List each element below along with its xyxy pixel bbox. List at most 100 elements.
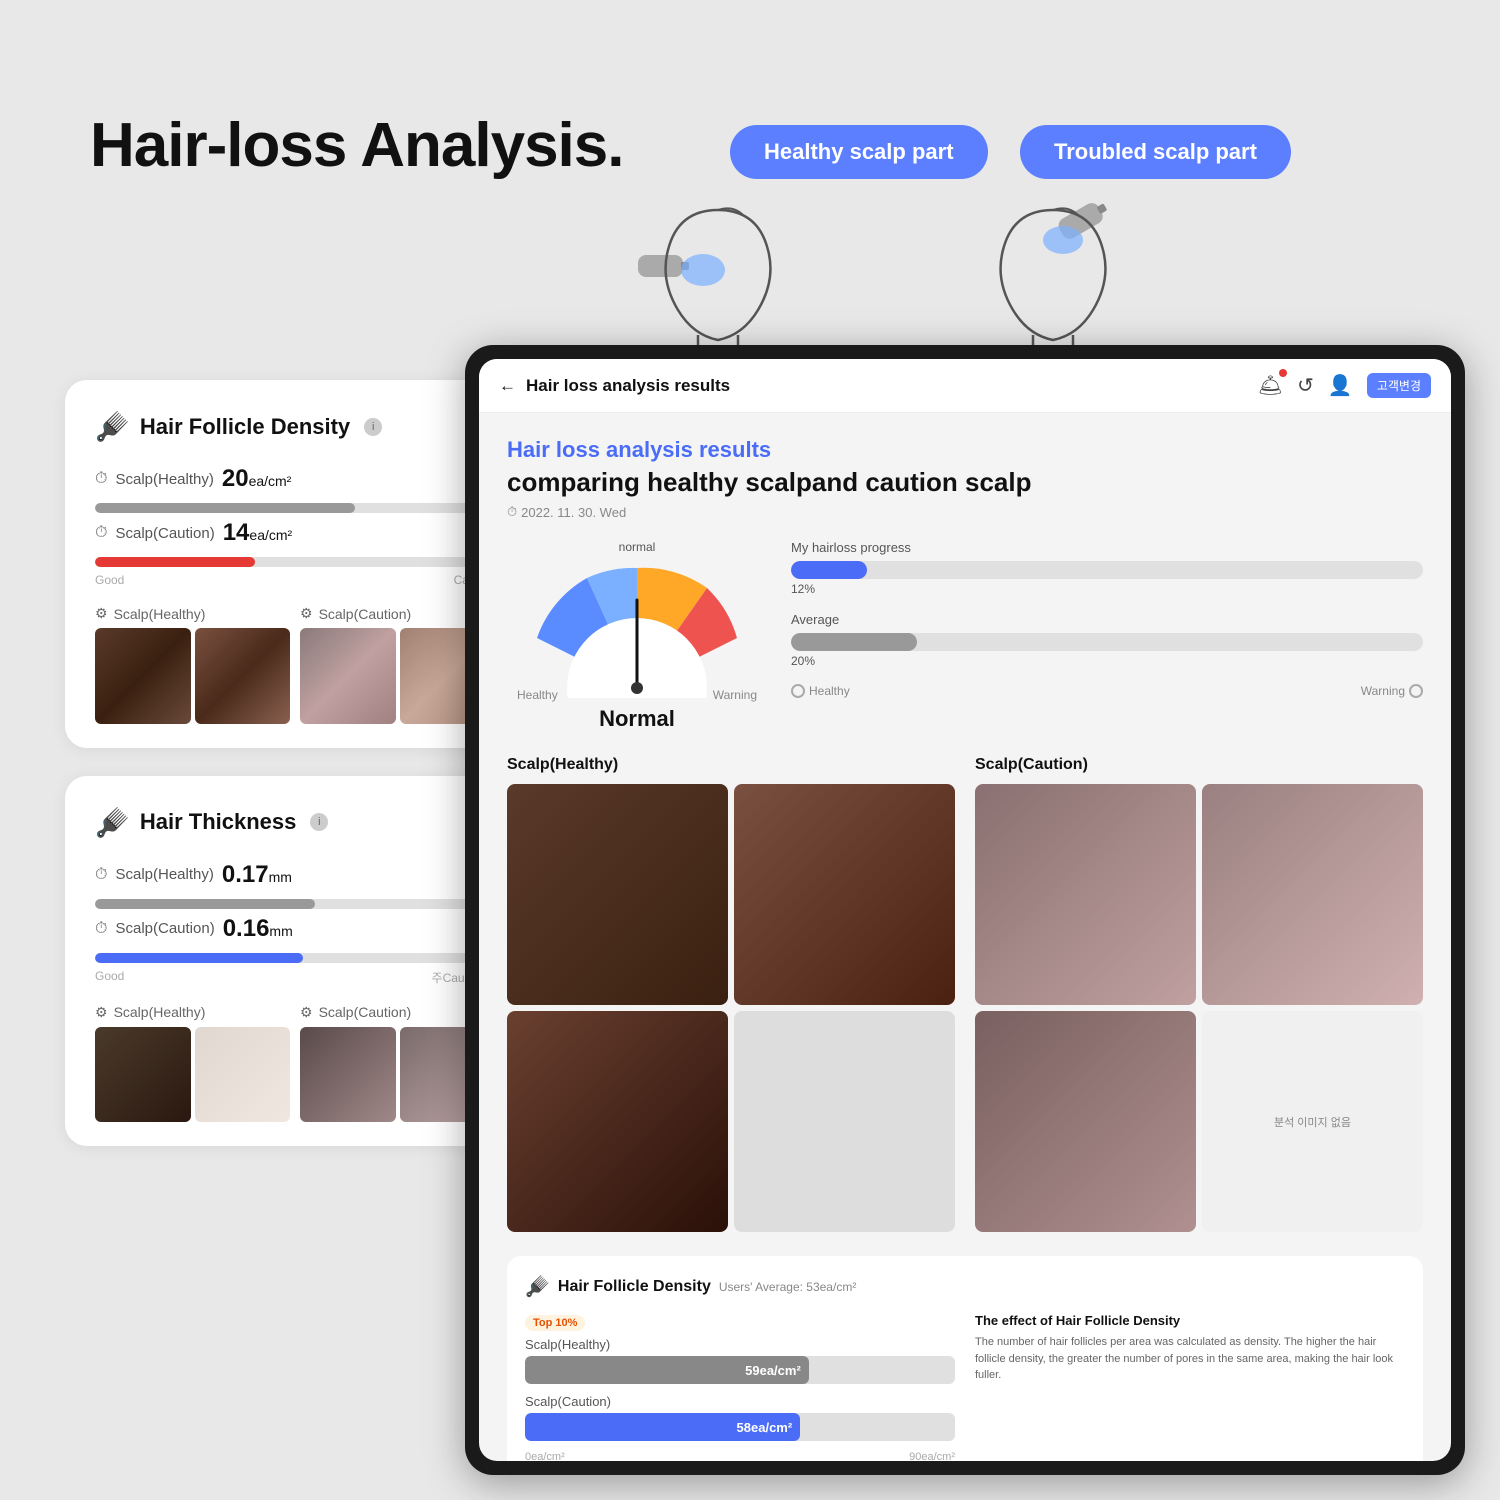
- density-body: Top 10% Scalp(Healthy) 59ea/cm² Scalp(Ca…: [525, 1313, 1405, 1461]
- topbar-title: Hair loss analysis results: [526, 376, 730, 396]
- density-caution-bar-label: Scalp(Caution): [525, 1394, 955, 1409]
- scalp-caution-title: Scalp(Caution): [975, 756, 1423, 774]
- healthy-bar-fill: [95, 503, 355, 513]
- healthy-img-grid-1: [95, 628, 290, 724]
- follicle-icon: 🪮: [95, 410, 130, 443]
- caution-label-2: Scalp(Caution): [115, 920, 214, 937]
- progress-ends: Healthy Warning: [791, 684, 1423, 698]
- density-users-avg: Users' Average: 53ea/cm²: [719, 1280, 856, 1294]
- hair-thickness-card: 🪮 Hair Thickness i ∨ ⏱ Scalp(Healthy) 0.…: [65, 776, 525, 1147]
- avg-progress-item: Average 20%: [791, 612, 1423, 668]
- notification-icon[interactable]: 🛎: [1258, 373, 1283, 398]
- caution-img-1: [300, 628, 396, 724]
- healthy-img-grid-2: [95, 1027, 290, 1123]
- density-bar-end: 90ea/cm²: [909, 1451, 955, 1461]
- healthy-label: Scalp(Healthy): [115, 471, 213, 488]
- density-healthy-bar-fill: 59ea/cm²: [525, 1356, 809, 1384]
- density-bars: Top 10% Scalp(Healthy) 59ea/cm² Scalp(Ca…: [525, 1313, 955, 1461]
- my-progress-fill: [791, 561, 867, 579]
- top10-badge: Top 10%: [525, 1315, 585, 1331]
- scalp-healthy-cell-2: [734, 784, 955, 1005]
- result-subtitle: comparing healthy scalpand caution scalp: [507, 467, 1423, 498]
- my-progress-pct: 12%: [791, 582, 1423, 596]
- troubled-head-icon: [963, 180, 1143, 360]
- scalp-healthy-grid: [507, 784, 955, 1232]
- clock-icon-date: ⏱: [507, 504, 517, 520]
- healthy-label-2: Scalp(Healthy): [115, 866, 213, 883]
- healthy-img-4: [195, 1027, 291, 1123]
- card2-header: 🪮 Hair Thickness i ∨: [95, 806, 495, 839]
- tablet-device: ← Hair loss analysis results 🛎 ↺ 👤 고객변경 …: [465, 345, 1465, 1475]
- density-effect-title: The effect of Hair Follicle Density: [975, 1313, 1405, 1328]
- gauge-svg-wrap: [507, 558, 767, 698]
- healthy-metric-row: ⏱ Scalp(Healthy) 20ea/cm²: [95, 465, 495, 493]
- avg-progress-pct: 20%: [791, 654, 1423, 668]
- back-arrow-icon[interactable]: ←: [499, 376, 516, 396]
- scalp-healthy-title: Scalp(Healthy): [507, 756, 955, 774]
- healthy-img-3: [95, 1027, 191, 1123]
- warning-end-label: Warning: [1361, 684, 1405, 698]
- caution-bar-fill-2: [95, 953, 303, 963]
- refresh-icon[interactable]: ↺: [1297, 373, 1314, 398]
- clock-icon-2: ⏱: [95, 524, 107, 542]
- gauge-normal-label: normal: [507, 540, 767, 554]
- gauge-container: normal: [507, 540, 767, 732]
- tablet-screen: ← Hair loss analysis results 🛎 ↺ 👤 고객변경 …: [479, 359, 1451, 1461]
- caution-metric-row-2: ⏱ Scalp(Caution) 0.16mm: [95, 915, 495, 943]
- healthy-bar-fill-2: [95, 899, 315, 909]
- card1-header: 🪮 Hair Follicle Density i ∨: [95, 410, 495, 443]
- topbar-left: ← Hair loss analysis results: [499, 376, 730, 396]
- healthy-value: 20ea/cm²: [222, 465, 292, 493]
- scalp-healthy-cell-4: [734, 1011, 955, 1232]
- caution-label: Scalp(Caution): [115, 525, 214, 542]
- bar-good-label: Good: [95, 573, 124, 587]
- density-section: 🪮 Hair Follicle Density Users' Average: …: [507, 1256, 1423, 1461]
- tablet-topbar: ← Hair loss analysis results 🛎 ↺ 👤 고객변경: [479, 359, 1451, 413]
- density-healthy-bar-row: Scalp(Healthy) 59ea/cm²: [525, 1337, 955, 1384]
- scalp-caution-cell-2: [1202, 784, 1423, 1005]
- clock-icon-1: ⏱: [95, 470, 107, 488]
- warning-circle-icon: [1409, 684, 1423, 698]
- gauge-section: normal: [507, 540, 1423, 732]
- card2-title: Hair Thickness: [140, 809, 297, 835]
- caution-metric-row: ⏱ Scalp(Caution) 14ea/cm²: [95, 519, 495, 547]
- healthy-col-1: ⚙ Scalp(Healthy): [95, 605, 290, 724]
- no-image-label: 분석 이미지 없음: [1274, 1114, 1351, 1130]
- card1-info-icon: i: [364, 418, 382, 436]
- healthy-circle-icon: [791, 684, 805, 698]
- bar-labels-1: Good Caution: [95, 573, 495, 587]
- density-bar-start: 0ea/cm²: [525, 1451, 565, 1461]
- healthy-head-icon: [628, 180, 808, 360]
- tablet-content: Hair loss analysis results comparing hea…: [479, 413, 1451, 1461]
- healthy-bar-track-2: [95, 899, 495, 909]
- scalp-healthy-section: Scalp(Healthy): [507, 756, 955, 1232]
- density-healthy-bar-label: Scalp(Healthy): [525, 1337, 955, 1352]
- scalp-healthy-cell-3: [507, 1011, 728, 1232]
- caution-bar-fill: [95, 557, 255, 567]
- density-caution-bar-fill: 58ea/cm²: [525, 1413, 800, 1441]
- scalp-caution-section: Scalp(Caution) 분석 이미지 없음: [975, 756, 1423, 1232]
- scalp-caution-cell-4: 분석 이미지 없음: [1202, 1011, 1423, 1232]
- card1-title: Hair Follicle Density: [140, 414, 350, 440]
- gauge-svg: [507, 558, 767, 698]
- caution-img-3: [300, 1027, 396, 1123]
- thickness-icon: 🪮: [95, 806, 130, 839]
- density-caution-bar-row: Scalp(Caution) 58ea/cm²: [525, 1394, 955, 1441]
- my-progress-track: [791, 561, 1423, 579]
- gauge-reading: Normal: [507, 706, 767, 732]
- goback-button[interactable]: 고객변경: [1367, 373, 1431, 398]
- scalp-healthy-cell-1: [507, 784, 728, 1005]
- healthy-img-1: [95, 628, 191, 724]
- clock-icon-4: ⏱: [95, 920, 107, 938]
- healthy-img-2: [195, 628, 291, 724]
- healthy-bar-track: [95, 503, 495, 513]
- result-title: Hair loss analysis results: [507, 437, 1423, 463]
- avg-progress-track: [791, 633, 1423, 651]
- profile-icon[interactable]: 👤: [1328, 373, 1353, 398]
- healthy-value-2: 0.17mm: [222, 861, 292, 889]
- head-illustrations: [510, 170, 1260, 370]
- density-section-title: Hair Follicle Density: [558, 1278, 711, 1296]
- scalp-section-row: Scalp(Healthy) Scalp(Caution): [507, 756, 1423, 1232]
- scalp-caution-grid: 분석 이미지 없음: [975, 784, 1423, 1232]
- card2-info-icon: i: [310, 813, 328, 831]
